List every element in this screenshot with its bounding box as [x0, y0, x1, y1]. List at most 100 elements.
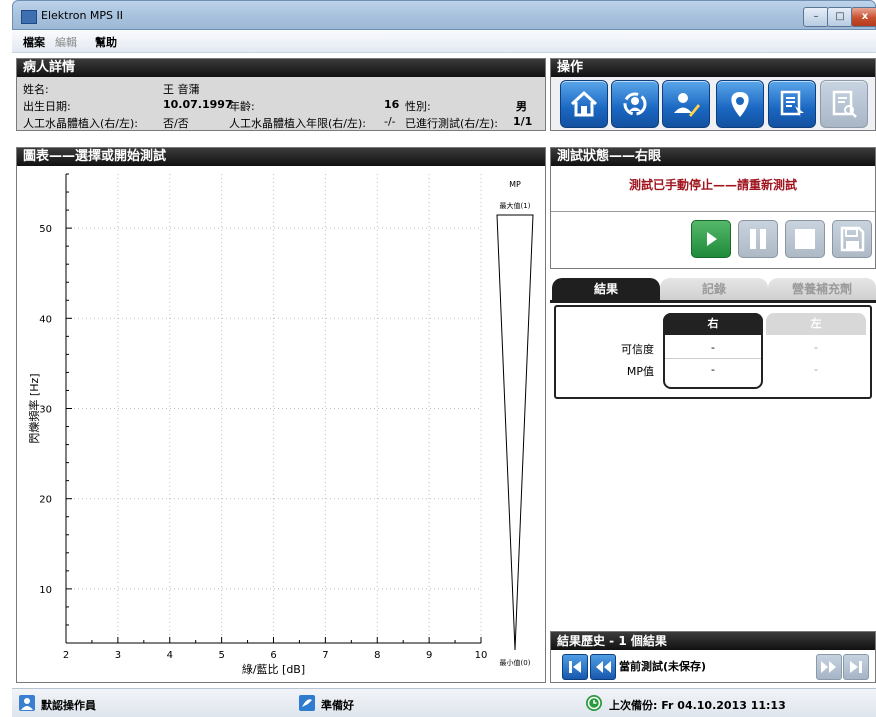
mp-scale-title: MP: [509, 180, 521, 189]
col-left-header: 左: [766, 313, 866, 335]
tests-done-label: 已進行測試(右/左):: [405, 117, 498, 130]
eye-icon: [731, 92, 749, 117]
next-result-button[interactable]: [816, 654, 842, 680]
report-search-button[interactable]: [820, 80, 868, 128]
iol-value: 否/否: [163, 117, 189, 130]
window-title: Elektron MPS II: [41, 9, 124, 22]
actions-panel-header: 操作: [551, 59, 875, 77]
test-status-header: 測試狀態——右眼: [551, 148, 875, 166]
backup-label: 上次備份: Fr 04.10.2013 11:13: [609, 699, 786, 712]
x-axis-label: 綠/藍比 [dB]: [242, 663, 305, 676]
stop-button[interactable]: [785, 220, 825, 258]
sex-value: 男: [516, 100, 527, 113]
x-tick-label: 2: [63, 650, 69, 661]
tab-supplements[interactable]: 營養補充劑: [768, 278, 876, 300]
skip-last-icon: [850, 661, 862, 673]
y-tick-label: 50: [39, 224, 52, 235]
fast-forward-icon: [821, 661, 836, 673]
first-result-button[interactable]: [562, 654, 588, 680]
row-divider: [665, 358, 761, 359]
row-confidence-label: 可信度: [621, 343, 654, 356]
operator-icon: [19, 695, 35, 711]
maximize-button[interactable]: □: [827, 7, 853, 27]
report-select-button[interactable]: [768, 80, 816, 128]
x-tick-label: 4: [167, 650, 173, 661]
x-tick-label: 10: [475, 650, 488, 661]
chart-panel-header: 圖表——選擇或開始測試: [17, 148, 545, 166]
age-label: 年齡:: [229, 100, 255, 113]
title-bar[interactable]: Elektron MPS II – □ x: [12, 0, 876, 30]
edit-patient-button[interactable]: [662, 80, 710, 128]
row-mp-label: MP值: [626, 365, 654, 378]
play-button[interactable]: [691, 220, 731, 258]
pause-button[interactable]: [738, 220, 778, 258]
dob-label: 出生日期:: [23, 100, 71, 113]
age-value: 16: [384, 98, 400, 111]
menu-file[interactable]: 檔案: [23, 34, 45, 50]
row-mp-left: -: [814, 363, 818, 376]
menu-help[interactable]: 幫助: [95, 34, 117, 50]
x-tick-label: 6: [270, 650, 276, 661]
ready-icon: [299, 695, 315, 711]
report-select-icon: [780, 90, 804, 118]
mp-scale-wedge: [496, 214, 534, 651]
eye-button[interactable]: [716, 80, 764, 128]
col-right-header: 右: [663, 313, 763, 335]
pause-icon: [750, 229, 766, 249]
row-confidence-right: -: [711, 341, 715, 354]
tests-done-value: 1/1: [513, 115, 533, 128]
menu-edit[interactable]: 編輯: [55, 34, 77, 50]
last-result-button[interactable]: [843, 654, 869, 680]
save-button[interactable]: [832, 220, 872, 258]
mp-chart: 2 3 4 5 6 7 8 9 10 10 20 30 40 50 綠/藍比 [dB] 閃爍頻率 [Hz] MP…: [27, 173, 534, 676]
minimize-button[interactable]: –: [803, 7, 829, 27]
name-label: 姓名:: [23, 83, 49, 96]
row-mp-right: -: [711, 363, 715, 376]
patient-refresh-button[interactable]: [611, 80, 659, 128]
x-tick-label: 7: [322, 650, 328, 661]
results-table: 右 左 可信度 - - MP值 - -: [554, 305, 872, 399]
name-value: 王 音蒲: [163, 83, 200, 96]
y-tick-label: 40: [39, 314, 52, 325]
test-status-message: 測試已手動停止——請重新測試: [628, 178, 797, 192]
y-tick-label: 10: [39, 585, 52, 596]
y-tick-label: 20: [39, 495, 52, 506]
row-confidence-left: -: [814, 341, 818, 354]
mp-scale-max-label: 最大值(1): [500, 201, 531, 210]
iol-years-value: -/-: [384, 115, 396, 128]
close-button[interactable]: x: [851, 7, 876, 27]
patient-refresh-icon: [623, 92, 647, 116]
home-icon: [570, 90, 598, 117]
play-icon: [707, 232, 717, 246]
tab-records[interactable]: 記錄: [660, 278, 768, 300]
previous-result-button[interactable]: [590, 654, 616, 680]
x-tick-label: 9: [426, 650, 432, 661]
clock-icon: [586, 695, 602, 711]
operator-label: 默認操作員: [41, 699, 96, 712]
patient-panel-header: 病人詳情: [17, 59, 545, 77]
y-tick-label: 30: [39, 405, 52, 416]
x-tick-label: 5: [218, 650, 224, 661]
skip-first-icon: [569, 661, 581, 673]
y-axis-label: 閃爍頻率 [Hz]: [27, 373, 41, 443]
sex-label: 性別:: [405, 100, 431, 113]
dob-value: 10.07.1997: [163, 98, 233, 111]
divider: [551, 211, 875, 212]
tab-underline: [550, 300, 876, 303]
x-tick-label: 3: [115, 650, 121, 661]
iol-label: 人工水晶體植入(右/左):: [23, 117, 138, 130]
history-current: 當前測試(未保存): [619, 660, 707, 673]
status-bar: 默認操作員 準備好 上次備份: Fr 04.10.2013 11:13: [12, 688, 876, 717]
edit-patient-icon: [674, 93, 700, 117]
tab-results[interactable]: 結果: [552, 278, 660, 300]
patient-panel: 病人詳情 姓名: 王 音蒲 出生日期: 10.07.1997 年齡: 16 性別…: [16, 58, 546, 131]
rewind-icon: [596, 661, 611, 673]
save-icon: [840, 226, 865, 252]
report-search-icon: [832, 90, 857, 118]
ready-label: 準備好: [321, 699, 354, 712]
app-icon: [21, 10, 37, 24]
home-button[interactable]: [560, 80, 608, 128]
x-tick-label: 8: [374, 650, 380, 661]
menu-bar: 檔案 編輯 幫助: [12, 30, 876, 53]
history-header: 結果歷史 - 1 個結果: [551, 632, 875, 650]
